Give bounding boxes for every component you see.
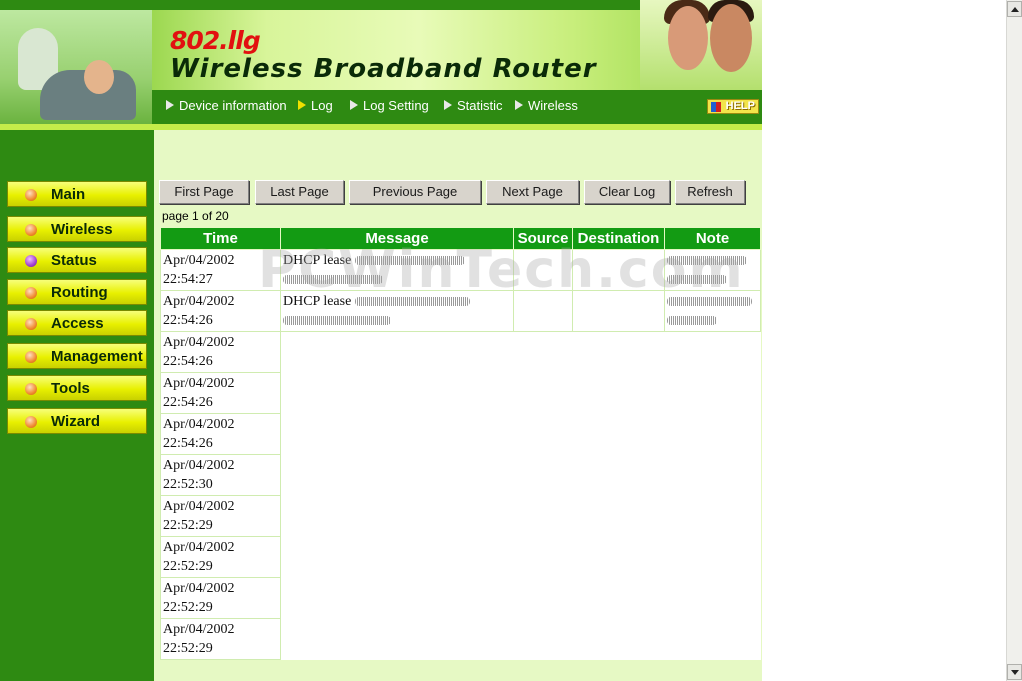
sidebar-item-access[interactable]: Access <box>7 310 147 336</box>
table-row: Apr/04/2002 22:54:26 DHCP lease <box>160 290 761 332</box>
log-content: First Page Last Page Previous Page Next … <box>154 130 762 681</box>
sidebar-item-management[interactable]: Management <box>7 343 147 369</box>
time-cell: Apr/04/2002 22:52:29 <box>160 618 281 660</box>
log-table: Time Message Source Destination Note Apr… <box>160 227 761 660</box>
next-page-button[interactable]: Next Page <box>486 180 579 204</box>
sidebar-item-wizard[interactable]: Wizard <box>7 408 147 434</box>
help-icon <box>711 102 721 112</box>
sidebar-menu: Main Wireless Status Routing Access Mana… <box>0 130 154 681</box>
sidebar-item-wireless[interactable]: Wireless <box>7 216 147 242</box>
time-cell: Apr/04/2002 22:54:26 <box>160 290 281 332</box>
column-header-time: Time <box>160 227 281 250</box>
destination-cell <box>572 290 665 332</box>
bullet-icon <box>25 287 37 299</box>
table-row: Apr/04/2002 22:54:26 <box>160 413 761 455</box>
table-header-row: Time Message Source Destination Note <box>160 227 761 250</box>
scroll-up-button[interactable] <box>1007 1 1022 17</box>
last-page-button[interactable]: Last Page <box>255 180 344 204</box>
header-photo-couple <box>640 0 762 90</box>
redacted-text <box>354 256 465 266</box>
previous-page-button[interactable]: Previous Page <box>349 180 481 204</box>
time-cell: Apr/04/2002 22:52:29 <box>160 577 281 619</box>
time-cell: Apr/04/2002 22:52:29 <box>160 536 281 578</box>
time-cell: Apr/04/2002 22:54:26 <box>160 413 281 455</box>
redacted-text <box>667 256 747 266</box>
sidebar-item-status[interactable]: Status <box>7 247 147 273</box>
header-photo-users <box>0 10 152 125</box>
brand-product-title: Wireless Broadband Router <box>170 54 597 84</box>
scroll-down-button[interactable] <box>1007 664 1022 680</box>
table-row: Apr/04/2002 22:54:26 <box>160 331 761 373</box>
time-cell: Apr/04/2002 22:54:26 <box>160 372 281 414</box>
triangle-right-icon <box>350 100 358 110</box>
time-cell: Apr/04/2002 22:52:29 <box>160 495 281 537</box>
column-header-note: Note <box>664 227 761 250</box>
nav-item-wireless[interactable]: Wireless <box>515 98 578 113</box>
time-cell: Apr/04/2002 22:54:27 <box>160 249 281 291</box>
sidebar-item-tools[interactable]: Tools <box>7 375 147 401</box>
destination-cell <box>572 249 665 291</box>
table-row: Apr/04/2002 22:54:27 DHCP lease <box>160 249 761 291</box>
time-cell: Apr/04/2002 22:52:30 <box>160 454 281 496</box>
redacted-text <box>354 297 470 307</box>
sidebar-item-main[interactable]: Main <box>7 181 147 207</box>
nav-item-log-setting[interactable]: Log Setting <box>350 98 429 113</box>
bullet-icon <box>25 416 37 428</box>
redacted-text <box>667 316 717 326</box>
source-cell <box>513 290 573 332</box>
triangle-right-icon <box>444 100 452 110</box>
table-row: Apr/04/2002 22:52:29 <box>160 577 761 619</box>
bullet-icon <box>25 383 37 395</box>
brand-standard-label: 802.llg <box>170 26 261 55</box>
clear-log-button[interactable]: Clear Log <box>584 180 670 204</box>
page-indicator: page 1 of 20 <box>162 209 229 223</box>
table-row: Apr/04/2002 22:52:30 <box>160 454 761 496</box>
column-header-source: Source <box>513 227 573 250</box>
arrow-down-icon <box>1011 670 1019 675</box>
bullet-icon <box>25 224 37 236</box>
redacted-text <box>283 316 391 326</box>
table-row: Apr/04/2002 22:52:29 <box>160 618 761 660</box>
message-cell: DHCP lease <box>280 249 514 291</box>
first-page-button[interactable]: First Page <box>159 180 249 204</box>
help-button[interactable]: HELP <box>707 99 759 114</box>
nav-item-log[interactable]: Log <box>298 98 333 113</box>
note-cell <box>664 249 761 291</box>
column-header-message: Message <box>280 227 514 250</box>
triangle-right-icon <box>515 100 523 110</box>
vertical-scrollbar[interactable] <box>1006 0 1022 681</box>
note-cell <box>664 290 761 332</box>
sidebar-item-routing[interactable]: Routing <box>7 279 147 305</box>
bullet-icon <box>25 189 37 201</box>
bullet-icon <box>25 255 37 267</box>
redacted-text <box>667 297 752 307</box>
refresh-button[interactable]: Refresh <box>675 180 745 204</box>
time-cell: Apr/04/2002 22:54:26 <box>160 331 281 373</box>
message-cell: DHCP lease <box>280 290 514 332</box>
column-header-destination: Destination <box>572 227 665 250</box>
redacted-text <box>667 275 727 285</box>
table-row: Apr/04/2002 22:52:29 <box>160 536 761 578</box>
arrow-up-icon <box>1011 7 1019 12</box>
top-navigation: Device information Log Log Setting Stati… <box>152 90 762 124</box>
nav-item-device-information[interactable]: Device information <box>166 98 287 113</box>
source-cell <box>513 249 573 291</box>
table-row: Apr/04/2002 22:52:29 <box>160 495 761 537</box>
router-admin-frame: 802.llg Wireless Broadband Router Device… <box>0 0 762 681</box>
bullet-icon <box>25 318 37 330</box>
bullet-icon <box>25 351 37 363</box>
redacted-text <box>283 275 383 285</box>
nav-item-statistic[interactable]: Statistic <box>444 98 503 113</box>
triangle-right-icon <box>298 100 306 110</box>
table-row: Apr/04/2002 22:54:26 <box>160 372 761 414</box>
triangle-right-icon <box>166 100 174 110</box>
